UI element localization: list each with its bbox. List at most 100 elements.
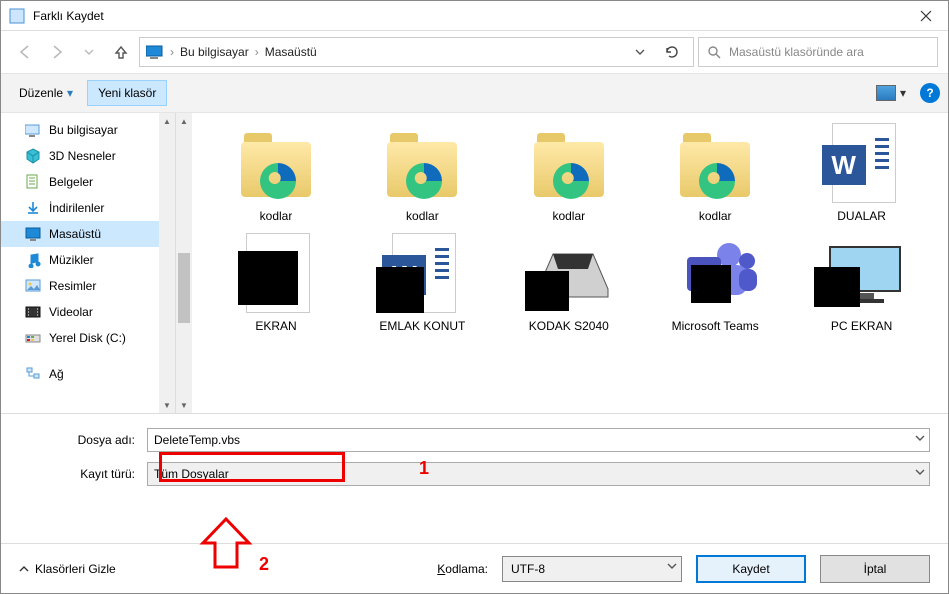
close-button[interactable] — [903, 1, 948, 31]
sidebar-item-label: Bu bilgisayar — [49, 123, 118, 137]
encoding-value: UTF-8 — [511, 562, 545, 576]
document-icon — [236, 233, 316, 313]
sidebar-item-desktop[interactable]: Masaüstü — [1, 221, 175, 247]
sidebar-item-pictures[interactable]: Resimler — [1, 273, 175, 299]
sidebar-scrollbar[interactable]: ▲ ▼ — [159, 113, 175, 413]
organize-button[interactable]: Düzenle ▾ — [9, 81, 83, 105]
up-button[interactable] — [107, 38, 135, 66]
file-item[interactable]: kodlar — [362, 123, 482, 223]
sidebar-item-label: Masaüstü — [49, 227, 101, 241]
word-doc-icon: W — [382, 233, 462, 313]
hide-folders-label: Klasörleri Gizle — [35, 562, 116, 576]
file-label: Microsoft Teams — [672, 319, 759, 333]
breadcrumb-item[interactable]: Bu bilgisayar — [180, 45, 249, 59]
videos-icon — [25, 304, 41, 320]
recent-dropdown[interactable] — [75, 38, 103, 66]
view-button[interactable]: ▾ — [866, 80, 916, 106]
dropdown-icon[interactable] — [667, 561, 677, 571]
file-label: PC EKRAN — [831, 319, 892, 333]
file-item[interactable]: kodlar — [509, 123, 629, 223]
window-title: Farklı Kaydet — [33, 9, 903, 23]
file-item[interactable]: kodlar — [216, 123, 336, 223]
scroll-thumb[interactable] — [178, 253, 190, 323]
filetype-label: Kayıt türü: — [19, 467, 139, 481]
file-item[interactable]: W EMLAK KONUT — [362, 233, 482, 333]
address-dropdown[interactable] — [629, 47, 651, 57]
sidebar-item-label: 3D Nesneler — [49, 149, 116, 163]
monitor-icon — [822, 233, 902, 313]
search-input[interactable]: Masaüstü klasöründe ara — [698, 37, 938, 67]
file-item[interactable]: EKRAN — [216, 233, 336, 333]
sidebar-item-3d[interactable]: 3D Nesneler — [1, 143, 175, 169]
sidebar-item-network[interactable]: Ağ — [1, 361, 175, 387]
sidebar-item-music[interactable]: Müzikler — [1, 247, 175, 273]
sidebar-item-label: Yerel Disk (C:) — [49, 331, 126, 345]
sidebar-item-documents[interactable]: Belgeler — [1, 169, 175, 195]
hide-folders-button[interactable]: Klasörleri Gizle — [19, 562, 116, 576]
filename-input[interactable]: DeleteTemp.vbs — [147, 428, 930, 452]
breadcrumb-item[interactable]: Masaüstü — [265, 45, 317, 59]
sidebar-item-videos[interactable]: Videolar — [1, 299, 175, 325]
folder-edge-icon — [382, 123, 462, 203]
scroll-up-icon[interactable]: ▲ — [159, 113, 175, 129]
dropdown-icon[interactable] — [915, 467, 925, 477]
file-label: kodlar — [406, 209, 439, 223]
folder-edge-icon — [236, 123, 316, 203]
file-label: DUALAR — [837, 209, 886, 223]
file-label: kodlar — [552, 209, 585, 223]
scroll-down-icon[interactable]: ▼ — [159, 397, 175, 413]
network-icon — [25, 366, 41, 382]
file-item[interactable]: W DUALAR — [802, 123, 922, 223]
save-button[interactable]: Kaydet — [696, 555, 806, 583]
help-button[interactable]: ? — [920, 83, 940, 103]
desktop-icon — [25, 226, 41, 242]
dropdown-icon[interactable] — [915, 433, 925, 443]
music-icon — [25, 252, 41, 268]
scanner-icon — [529, 233, 609, 313]
file-item[interactable]: T Microsoft Teams — [655, 233, 775, 333]
dropdown-icon: ▾ — [900, 86, 906, 100]
encoding-select[interactable]: UTF-8 — [502, 556, 682, 582]
scroll-down-icon[interactable]: ▼ — [176, 397, 192, 413]
file-label: kodlar — [699, 209, 732, 223]
nav-row: › Bu bilgisayar › Masaüstü Masaüstü klas… — [1, 31, 948, 73]
back-button[interactable] — [11, 38, 39, 66]
forward-button[interactable] — [43, 38, 71, 66]
sidebar-item-label: Belgeler — [49, 175, 93, 189]
file-item[interactable]: PC EKRAN — [802, 233, 922, 333]
annotation-number-1: 1 — [419, 458, 429, 479]
cancel-button[interactable]: İptal — [820, 555, 930, 583]
body-split: Bu bilgisayar 3D Nesneler Belgeler İndir… — [1, 113, 948, 413]
encoding-label: Kodlama: — [437, 562, 488, 576]
refresh-button[interactable] — [657, 44, 687, 60]
teams-icon: T — [675, 233, 755, 313]
toolbar: Düzenle ▾ Yeni klasör ▾ ? — [1, 73, 948, 113]
content-scrollbar[interactable]: ▲ ▼ — [176, 113, 192, 413]
sidebar-item-this-pc[interactable]: Bu bilgisayar — [1, 117, 175, 143]
download-icon — [25, 200, 41, 216]
filetype-select[interactable]: Tüm Dosyalar — [147, 462, 930, 486]
cube-icon — [25, 148, 41, 164]
filename-label: Dosya adı: — [19, 433, 139, 447]
folder-edge-icon — [529, 123, 609, 203]
annotation-number-2: 2 — [259, 554, 269, 575]
sidebar-item-local-disk[interactable]: Yerel Disk (C:) — [1, 325, 175, 351]
file-item[interactable]: KODAK S2040 — [509, 233, 629, 333]
title-bar: Farklı Kaydet — [1, 1, 948, 31]
sidebar-item-label: Resimler — [49, 279, 96, 293]
sidebar-item-downloads[interactable]: İndirilenler — [1, 195, 175, 221]
pictures-icon — [25, 278, 41, 294]
file-item[interactable]: kodlar — [655, 123, 775, 223]
disk-icon — [25, 330, 41, 346]
chevron-right-icon: › — [255, 45, 259, 59]
app-icon — [9, 8, 25, 24]
new-folder-button[interactable]: Yeni klasör — [87, 80, 167, 106]
chevron-up-icon — [19, 564, 29, 574]
search-placeholder: Masaüstü klasöründe ara — [729, 45, 864, 59]
file-label: kodlar — [260, 209, 293, 223]
scroll-up-icon[interactable]: ▲ — [176, 113, 192, 129]
address-bar[interactable]: › Bu bilgisayar › Masaüstü — [139, 37, 694, 67]
pc-icon — [146, 44, 164, 60]
chevron-right-icon: › — [170, 45, 174, 59]
filetype-value: Tüm Dosyalar — [154, 467, 229, 481]
